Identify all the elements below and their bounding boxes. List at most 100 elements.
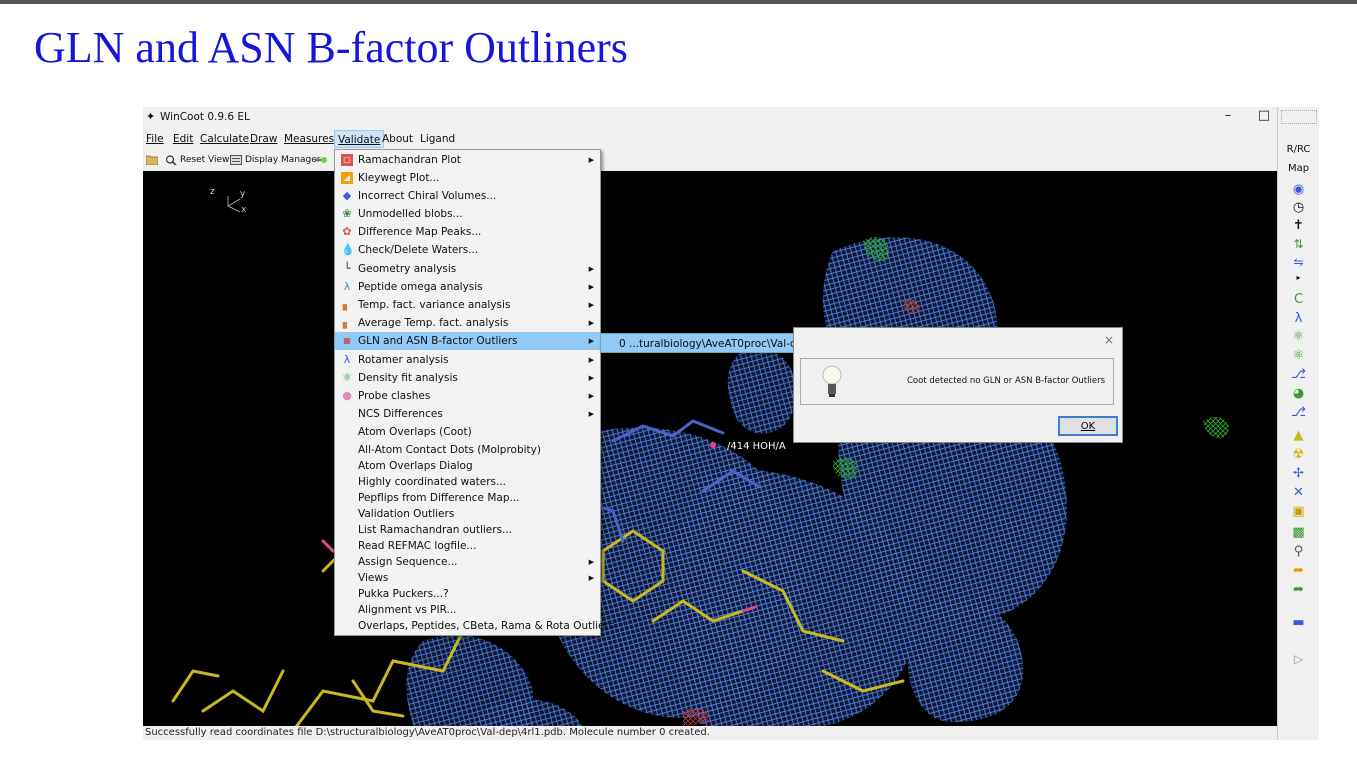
submenu-arrow-icon: ▶: [588, 301, 594, 309]
menu-item-unmodelled-blobs[interactable]: ❀ Unmodelled blobs...: [335, 205, 600, 223]
submenu-arrow-icon: ▶: [588, 156, 594, 164]
folder-icon: [146, 155, 158, 165]
omega-icon: λ: [343, 280, 351, 293]
menu-item-average-temp-fact[interactable]: ▖ Average Temp. fact. analysis ▶: [335, 314, 600, 332]
menu-calculate[interactable]: Calculate: [197, 130, 252, 148]
menu-item-peptide-omega[interactable]: λ Peptide omega analysis ▶: [335, 278, 600, 296]
menu-item-overlaps-peptides-cbeta[interactable]: Overlaps, Peptides, CBeta, Rama & Rota O…: [335, 617, 614, 635]
undo-icon[interactable]: ➦: [1278, 563, 1319, 578]
menu-item-chiral-volumes[interactable]: ◆ Incorrect Chiral Volumes...: [335, 187, 600, 205]
menu-edit[interactable]: Edit: [170, 130, 196, 148]
dialog-message-box: Coot detected no GLN or ASN B-factor Out…: [800, 358, 1114, 405]
sequence-view-icon[interactable]: ▬: [1278, 615, 1319, 630]
peaks-icon: ✿: [342, 225, 352, 238]
open-folder-button[interactable]: [146, 152, 161, 168]
display-manager-button[interactable]: Display Manager: [230, 152, 321, 168]
window-title: WinCoot 0.9.6 EL: [160, 111, 250, 123]
submenu-arrow-icon: ▶: [588, 283, 594, 291]
menu-validate[interactable]: Validate: [334, 130, 385, 148]
torsion-icon[interactable]: ⎇: [1278, 367, 1319, 382]
axis-y-label: y: [240, 189, 246, 199]
add-alt-conf-icon[interactable]: ▣: [1278, 504, 1319, 519]
ramachandran-icon: □: [341, 154, 353, 166]
menu-item-geometry-analysis[interactable]: └ Geometry analysis ▶: [335, 260, 600, 278]
rotamer-icon[interactable]: λ: [1278, 311, 1319, 326]
menu-ligand[interactable]: Ligand: [417, 130, 458, 148]
reset-view-button[interactable]: Reset View: [165, 152, 229, 168]
slide-top-border: [0, 0, 1357, 4]
minimize-button[interactable]: –: [1218, 108, 1238, 123]
magnifier-icon: [165, 154, 177, 165]
menu-item-check-delete-waters[interactable]: 💧 Check/Delete Waters...: [335, 241, 600, 259]
status-bar: Successfully read coordinates file D:\st…: [145, 727, 710, 738]
menu-item-density-fit-analysis[interactable]: ⚛ Density fit analysis ▶: [335, 369, 600, 387]
submenu-arrow-icon: ▶: [588, 392, 594, 400]
cis-trans-icon[interactable]: ✕: [1278, 485, 1319, 500]
menu-item-rotamer-analysis[interactable]: λ Rotamer analysis ▶: [335, 351, 600, 369]
menu-item-ncs-differences[interactable]: NCS Differences ▶: [335, 405, 600, 423]
menu-item-temp-fact-variance[interactable]: ▖ Temp. fact. variance analysis ▶: [335, 296, 600, 314]
toolbar: Reset View Display Manager: [143, 150, 1273, 170]
real-space-refine-button[interactable]: R/RC: [1278, 144, 1319, 155]
expand-icon[interactable]: ▸: [1278, 273, 1319, 282]
clock-icon[interactable]: ◷: [1278, 200, 1319, 215]
redo-icon[interactable]: ➦: [1278, 582, 1319, 597]
menu-file[interactable]: File: [143, 130, 167, 148]
coot-logo-icon: ✦: [146, 110, 156, 123]
flip-peptide-icon[interactable]: ⇅: [1278, 237, 1319, 251]
menu-draw[interactable]: Draw: [247, 130, 280, 148]
submenu-arrow-icon: ▶: [588, 410, 594, 418]
slide-title: GLN and ASN B-factor Outliners: [34, 23, 628, 72]
graphics-viewport[interactable]: z y x: [143, 171, 1277, 726]
mutate-autofit-icon[interactable]: ⚛: [1278, 348, 1319, 363]
mutate-icon[interactable]: ⚛: [1278, 329, 1319, 344]
right-toolbar: R/RC Map ◉ ◷ ✝ ⇅ ⇋ ▸ Ϲ λ ⚛ ⚛ ⎇ ◕ ⎇ ▲ ☢ ✢…: [1277, 107, 1319, 740]
printer-icon[interactable]: ▩: [1278, 525, 1319, 540]
menu-item-kleywegt-plot[interactable]: ◢ Kleywegt Plot...: [335, 169, 600, 187]
geometry-icon: └: [343, 262, 351, 275]
backrub-icon[interactable]: ⎇: [1278, 405, 1319, 420]
menu-about[interactable]: About: [379, 130, 416, 148]
thermometer-icon: ▖: [342, 316, 352, 329]
menu-item-atom-overlaps-coot[interactable]: Atom Overlaps (Coot): [335, 423, 600, 441]
list-icon: [230, 154, 242, 165]
chiral-icon: ◆: [342, 189, 352, 202]
dialog-message: Coot detected no GLN or ASN B-factor Out…: [906, 376, 1106, 386]
menu-item-gln-asn-b-factor-outliers[interactable]: ▦ GLN and ASN B-factor Outliers ▶: [335, 332, 600, 350]
rotate-icon[interactable]: ✝: [1278, 218, 1319, 233]
menu-bar: File Edit Calculate Draw Measures Valida…: [143, 130, 1273, 148]
rotamer-flip-icon[interactable]: ⇋: [1278, 255, 1319, 269]
sphere-icon[interactable]: ◉: [1278, 182, 1319, 197]
menu-item-difference-map-peaks[interactable]: ✿ Difference Map Peaks...: [335, 223, 600, 241]
dialog-close-button[interactable]: ×: [1104, 333, 1114, 347]
arrow-right-icon: [315, 156, 327, 163]
add-terminal-icon[interactable]: ✢: [1278, 466, 1319, 481]
atom-label: /414 HOH/A: [727, 441, 786, 452]
ok-button[interactable]: OK: [1058, 416, 1118, 436]
menu-measures[interactable]: Measures: [281, 130, 337, 148]
gln-asn-icon: ▦: [343, 336, 351, 345]
blob-icon: ❀: [342, 207, 352, 220]
toolbar-grip[interactable]: [1281, 110, 1317, 124]
submenu-arrow-icon: ▶: [588, 265, 594, 273]
axis-z-label: z: [210, 187, 215, 197]
axis-x-label: x: [241, 205, 247, 215]
probe-icon: ●: [342, 389, 352, 402]
add-water-icon[interactable]: ◕: [1278, 386, 1319, 401]
submenu-arrow-icon: ▶: [588, 319, 594, 327]
maximize-button[interactable]: □: [1254, 108, 1274, 123]
display-manager-label: Display Manager: [245, 155, 321, 165]
map-button[interactable]: Map: [1278, 163, 1319, 174]
menu-item-probe-clashes[interactable]: ● Probe clashes ▶: [335, 387, 600, 405]
menu-item-ramachandran-plot[interactable]: □ Ramachandran Plot ▶: [335, 151, 600, 169]
water-drop-icon: 💧: [341, 243, 355, 256]
radiation-icon[interactable]: ☢: [1278, 447, 1319, 462]
submenu-arrow-icon: ▶: [588, 374, 594, 382]
reset-view-label: Reset View: [180, 155, 230, 165]
add-residue-icon[interactable]: Ϲ: [1278, 292, 1319, 307]
play-icon[interactable]: ▷: [1278, 652, 1319, 666]
thermometer-icon: ▖: [342, 298, 352, 311]
delete-icon[interactable]: ⚲: [1278, 544, 1319, 559]
go-to-button[interactable]: [315, 152, 330, 168]
add-atom-icon[interactable]: ▲: [1278, 428, 1319, 443]
